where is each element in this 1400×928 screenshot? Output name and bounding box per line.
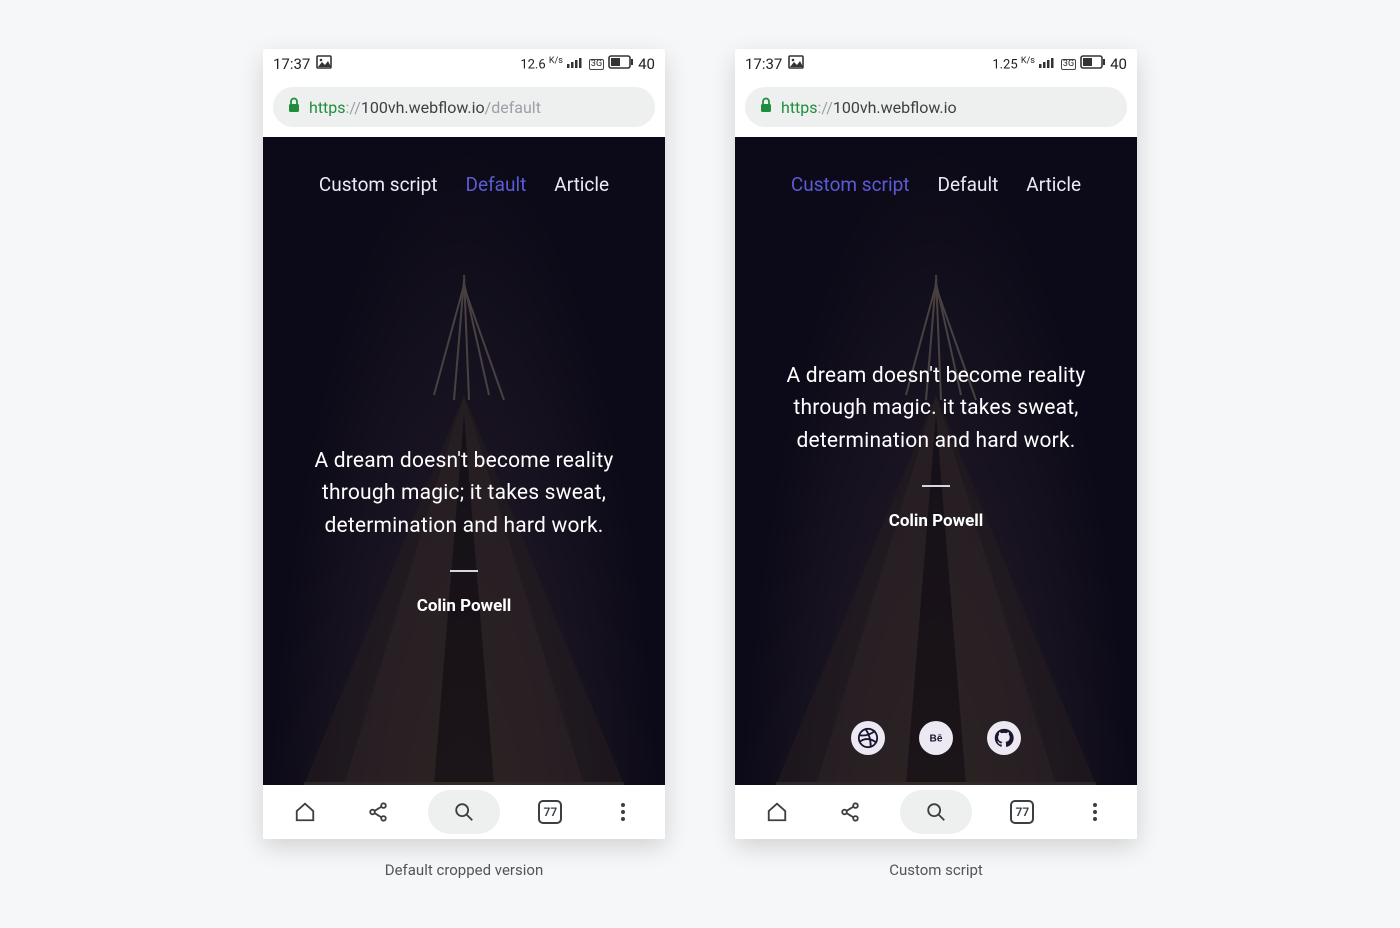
divider bbox=[450, 570, 478, 572]
share-button[interactable] bbox=[356, 790, 400, 834]
menu-button[interactable] bbox=[601, 790, 645, 834]
lock-icon bbox=[759, 97, 773, 117]
caption-custom: Custom script bbox=[889, 861, 983, 879]
nav-default[interactable]: Default bbox=[466, 173, 527, 196]
network-label: 3G bbox=[589, 59, 604, 70]
more-icon bbox=[621, 803, 625, 821]
home-button[interactable] bbox=[283, 790, 327, 834]
status-right: 12.6 K/s 3G 40 bbox=[520, 55, 655, 73]
tabs-count: 77 bbox=[538, 800, 562, 824]
hero-content: A dream doesn't become reality through m… bbox=[735, 360, 1137, 532]
phone-custom: 17:37 1.25 K/s 3G 40 bbox=[735, 49, 1137, 839]
tabs-button[interactable]: 77 bbox=[1000, 790, 1044, 834]
net-speed: 12.6 K/s bbox=[520, 56, 563, 72]
status-bar: 17:37 1.25 K/s 3G 40 bbox=[735, 49, 1137, 79]
quote: A dream doesn't become reality through m… bbox=[291, 445, 637, 543]
page-viewport: Custom script Default Article A dream do… bbox=[735, 137, 1137, 785]
tabs-button[interactable]: 77 bbox=[528, 790, 572, 834]
svg-text:Bē: Bē bbox=[930, 734, 943, 745]
github-icon[interactable] bbox=[987, 721, 1021, 755]
social-row: Bē bbox=[735, 695, 1137, 785]
share-button[interactable] bbox=[828, 790, 872, 834]
more-icon bbox=[1093, 803, 1097, 821]
menu-button[interactable] bbox=[1073, 790, 1117, 834]
battery-percent: 40 bbox=[638, 55, 655, 73]
address-bar-container: https://100vh.webflow.io/default bbox=[263, 79, 665, 137]
search-button[interactable] bbox=[428, 790, 500, 834]
lock-icon bbox=[287, 97, 301, 117]
address-bar[interactable]: https://100vh.webflow.io/default bbox=[273, 87, 655, 127]
author: Colin Powell bbox=[763, 511, 1109, 531]
caption-default: Default cropped version bbox=[385, 861, 543, 879]
url: https://100vh.webflow.io bbox=[781, 98, 957, 117]
author: Colin Powell bbox=[291, 596, 637, 616]
nav-article[interactable]: Article bbox=[554, 173, 609, 196]
tabs-count: 77 bbox=[1010, 800, 1034, 824]
picture-icon bbox=[788, 55, 804, 73]
nav-custom-script[interactable]: Custom script bbox=[791, 173, 910, 196]
picture-icon bbox=[316, 55, 332, 73]
address-bar[interactable]: https://100vh.webflow.io bbox=[745, 87, 1127, 127]
browser-bottom-nav: 77 bbox=[735, 785, 1137, 839]
home-button[interactable] bbox=[755, 790, 799, 834]
clock: 17:37 bbox=[745, 55, 782, 73]
nav-default[interactable]: Default bbox=[938, 173, 999, 196]
site-nav: Custom script Default Article bbox=[263, 137, 665, 196]
clock: 17:37 bbox=[273, 55, 310, 73]
status-left: 17:37 bbox=[273, 55, 332, 73]
battery-icon bbox=[1080, 55, 1106, 73]
phone-default: 17:37 12.6 K/s 3G 40 bbox=[263, 49, 665, 839]
search-button[interactable] bbox=[900, 790, 972, 834]
net-speed: 1.25 K/s bbox=[992, 56, 1035, 72]
dribbble-icon[interactable] bbox=[851, 721, 885, 755]
battery-percent: 40 bbox=[1110, 55, 1127, 73]
status-bar: 17:37 12.6 K/s 3G 40 bbox=[263, 49, 665, 79]
status-left: 17:37 bbox=[745, 55, 804, 73]
site-nav: Custom script Default Article bbox=[735, 137, 1137, 196]
hero-content: A dream doesn't become reality through m… bbox=[263, 445, 665, 617]
network-label: 3G bbox=[1061, 59, 1076, 70]
divider bbox=[922, 485, 950, 487]
address-bar-container: https://100vh.webflow.io bbox=[735, 79, 1137, 137]
signal-icon bbox=[567, 56, 585, 72]
nav-custom-script[interactable]: Custom script bbox=[319, 173, 438, 196]
status-right: 1.25 K/s 3G 40 bbox=[992, 55, 1127, 73]
url: https://100vh.webflow.io/default bbox=[309, 98, 541, 117]
nav-article[interactable]: Article bbox=[1026, 173, 1081, 196]
page-viewport: Custom script Default Article A dream do… bbox=[263, 137, 665, 785]
signal-icon bbox=[1039, 56, 1057, 72]
battery-icon bbox=[608, 55, 634, 73]
browser-bottom-nav: 77 bbox=[263, 785, 665, 839]
quote: A dream doesn't become reality through m… bbox=[763, 360, 1109, 458]
behance-icon[interactable]: Bē bbox=[919, 721, 953, 755]
